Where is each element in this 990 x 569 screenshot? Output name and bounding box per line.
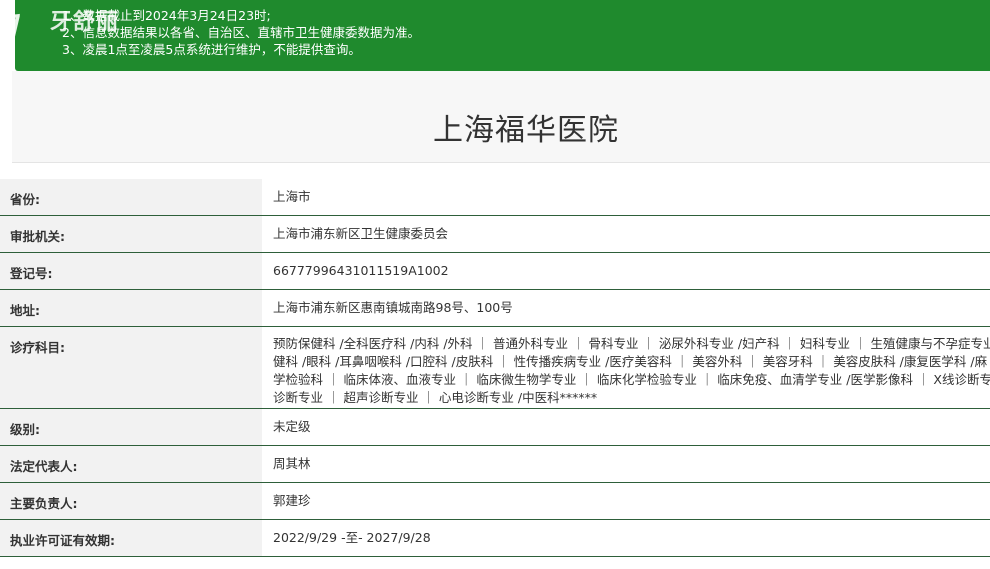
field-label: 登记号: [0, 253, 262, 289]
field-value: 未定级 [262, 409, 990, 445]
field-label: 主要负责人: [0, 483, 262, 519]
field-label: 执业许可证有效期: [0, 520, 262, 556]
field-value: 上海市浦东新区卫生健康委员会 [262, 216, 990, 252]
department-line: 诊断专业 ｜ 超声诊断专业 ｜ 心电诊断专业 /中医科****** [273, 390, 598, 405]
table-row-registration-number: 登记号: 66777996431011519A1002 [0, 253, 990, 290]
table-row-license-validity: 执业许可证有效期: 2022/9/29 -至- 2027/9/28 [0, 520, 990, 557]
field-label: 审批机关: [0, 216, 262, 252]
department-line: 学检验科 ｜ 临床体液、血液专业 ｜ 临床微生物学专业 ｜ 临床化学检验专业 ｜… [273, 372, 990, 387]
field-value: 上海市 [262, 179, 990, 215]
table-row-province: 省份: 上海市 [0, 179, 990, 216]
page-title: 上海福华医院 [433, 113, 619, 148]
field-label: 地址: [0, 290, 262, 326]
field-value: 周其林 [262, 446, 990, 482]
department-line: 健科 /眼科 /耳鼻咽喉科 /口腔科 /皮肤科 ｜ 性传播疾病专业 /医疗美容科… [273, 354, 988, 369]
notice-banner: 1、数据截止到2024年3月24日23时; 2、信息数据结果以各省、自治区、直辖… [15, 0, 990, 71]
field-value: 郭建珍 [262, 483, 990, 519]
department-line: 预防保健科 /全科医疗科 /内科 /外科 ｜ 普通外科专业 ｜ 骨科专业 ｜ 泌… [273, 336, 990, 351]
field-label: 法定代表人: [0, 446, 262, 482]
field-label: 省份: [0, 179, 262, 215]
notice-line: 1、数据截止到2024年3月24日23时; [62, 8, 271, 23]
field-value: 预防保健科 /全科医疗科 /内科 /外科 ｜ 普通外科专业 ｜ 骨科专业 ｜ 泌… [262, 327, 990, 408]
table-row-legal-representative: 法定代表人: 周其林 [0, 446, 990, 483]
table-row-level: 级别: 未定级 [0, 409, 990, 446]
hospital-info-table: 省份: 上海市 审批机关: 上海市浦东新区卫生健康委员会 登记号: 667779… [0, 179, 990, 557]
table-row-address: 地址: 上海市浦东新区惠南镇城南路98号、100号 [0, 290, 990, 327]
notice-line: 2、信息数据结果以各省、自治区、直辖市卫生健康委数据为准。 [62, 25, 420, 40]
table-row-approval-authority: 审批机关: 上海市浦东新区卫生健康委员会 [0, 216, 990, 253]
title-section: 上海福华医院 [12, 71, 990, 163]
field-value: 2022/9/29 -至- 2027/9/28 [262, 520, 990, 556]
table-row-departments: 诊疗科目: 预防保健科 /全科医疗科 /内科 /外科 ｜ 普通外科专业 ｜ 骨科… [0, 327, 990, 409]
table-row-principal: 主要负责人: 郭建珍 [0, 483, 990, 520]
field-value: 上海市浦东新区惠南镇城南路98号、100号 [262, 290, 990, 326]
field-value: 66777996431011519A1002 [262, 253, 990, 289]
field-label: 诊疗科目: [0, 327, 262, 408]
notice-line: 3、凌晨1点至凌晨5点系统进行维护，不能提供查询。 [62, 42, 361, 57]
field-label: 级别: [0, 409, 262, 445]
